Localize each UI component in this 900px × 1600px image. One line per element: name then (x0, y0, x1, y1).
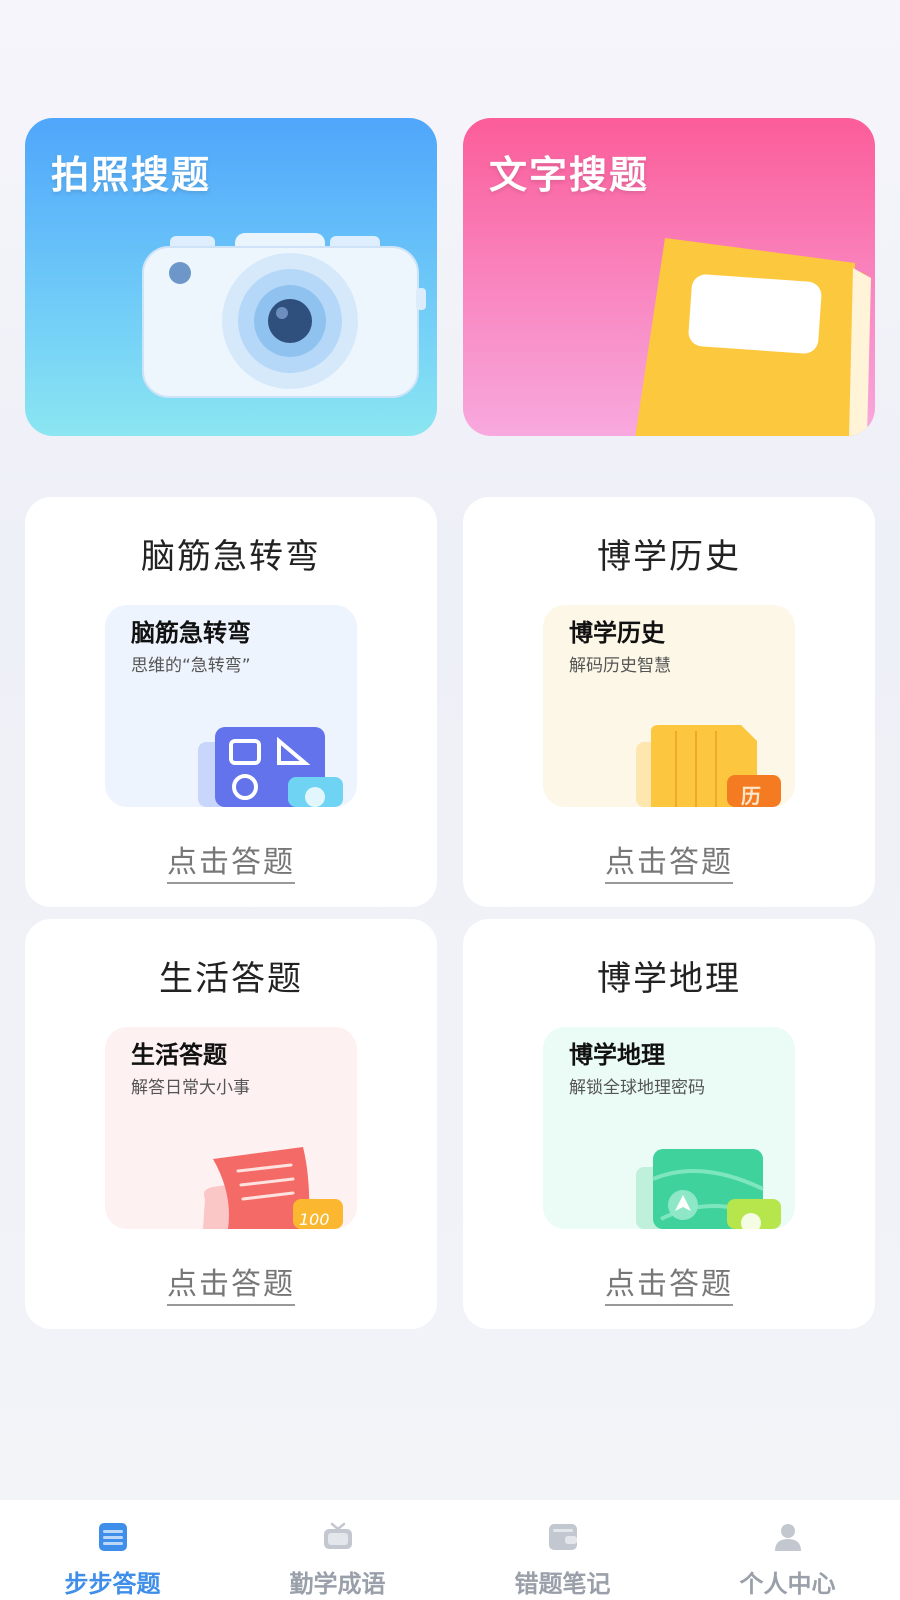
banner-subtitle: 解码历史智慧 (569, 656, 671, 676)
tab-profile[interactable]: 个人中心 (675, 1500, 900, 1600)
tab-label: 错题笔记 (514, 1570, 611, 1598)
answer-link[interactable]: 点击答题 (25, 837, 437, 884)
card-geography[interactable]: 博学地理 博学地理 解锁全球地理密码 点击答题 (463, 919, 875, 1329)
tab-label: 步步答题 (64, 1570, 161, 1598)
photo-search-title: 拍照搜题 (51, 153, 212, 197)
card-life[interactable]: 生活答题 生活答题 解答日常大小事 100 点击答题 (25, 919, 437, 1329)
shapes-icon (198, 727, 343, 807)
card-banner: 博学地理 解锁全球地理密码 (543, 1027, 795, 1229)
text-search-card[interactable]: 文字搜题 (463, 118, 875, 436)
tab-label: 勤学成语 (289, 1570, 386, 1598)
svg-text:100: 100 (299, 1210, 330, 1229)
card-title: 脑筋急转弯 (141, 537, 321, 577)
document-list-icon (98, 1523, 127, 1551)
map-icon (636, 1149, 781, 1229)
card-banner: 博学历史 解码历史智慧 历 (543, 605, 795, 807)
card-title: 博学历史 (597, 537, 741, 577)
banner-title: 生活答题 (131, 1041, 227, 1069)
card-banner: 脑筋急转弯 思维的“急转弯” (105, 605, 357, 807)
tab-label: 个人中心 (739, 1570, 836, 1598)
paper-icon: 100 (203, 1147, 343, 1229)
card-banner: 生活答题 解答日常大小事 100 (105, 1027, 357, 1229)
banner-title: 脑筋急转弯 (131, 619, 251, 647)
photo-search-card[interactable]: 拍照搜题 (25, 118, 437, 436)
banner-subtitle: 解答日常大小事 (131, 1078, 250, 1098)
banner-title: 博学地理 (569, 1041, 665, 1069)
banner-subtitle: 解锁全球地理密码 (569, 1078, 705, 1098)
answer-link[interactable]: 点击答题 (25, 1259, 437, 1306)
text-search-title: 文字搜题 (489, 153, 650, 197)
history-book-icon: 历 (636, 725, 781, 807)
person-icon (774, 1524, 801, 1551)
banner-title: 博学历史 (569, 619, 665, 647)
wallet-icon (548, 1524, 577, 1550)
card-brain-teaser[interactable]: 脑筋急转弯 脑筋急转弯 思维的“急转弯” 点击答题 (25, 497, 437, 907)
camera-icon (142, 233, 426, 398)
tab-idioms[interactable]: 勤学成语 (225, 1500, 450, 1600)
tab-mistake-notes[interactable]: 错题笔记 (450, 1500, 675, 1600)
card-history[interactable]: 博学历史 博学历史 解码历史智慧 历 点击答题 (463, 497, 875, 907)
answer-link[interactable]: 点击答题 (463, 1259, 875, 1306)
feature-cards: 拍照搜题 文字搜题 (25, 118, 875, 438)
bottom-tab-bar: 步步答题 勤学成语 错题笔记 个人中心 (0, 1500, 900, 1600)
card-title: 博学地理 (597, 959, 741, 999)
notebook-icon (635, 238, 871, 436)
answer-link[interactable]: 点击答题 (463, 837, 875, 884)
tab-step-answer[interactable]: 步步答题 (0, 1500, 225, 1600)
tv-icon (323, 1522, 352, 1549)
card-title: 生活答题 (159, 959, 303, 999)
banner-subtitle: 思维的“急转弯” (131, 656, 251, 676)
svg-text:历: 历 (741, 784, 761, 807)
